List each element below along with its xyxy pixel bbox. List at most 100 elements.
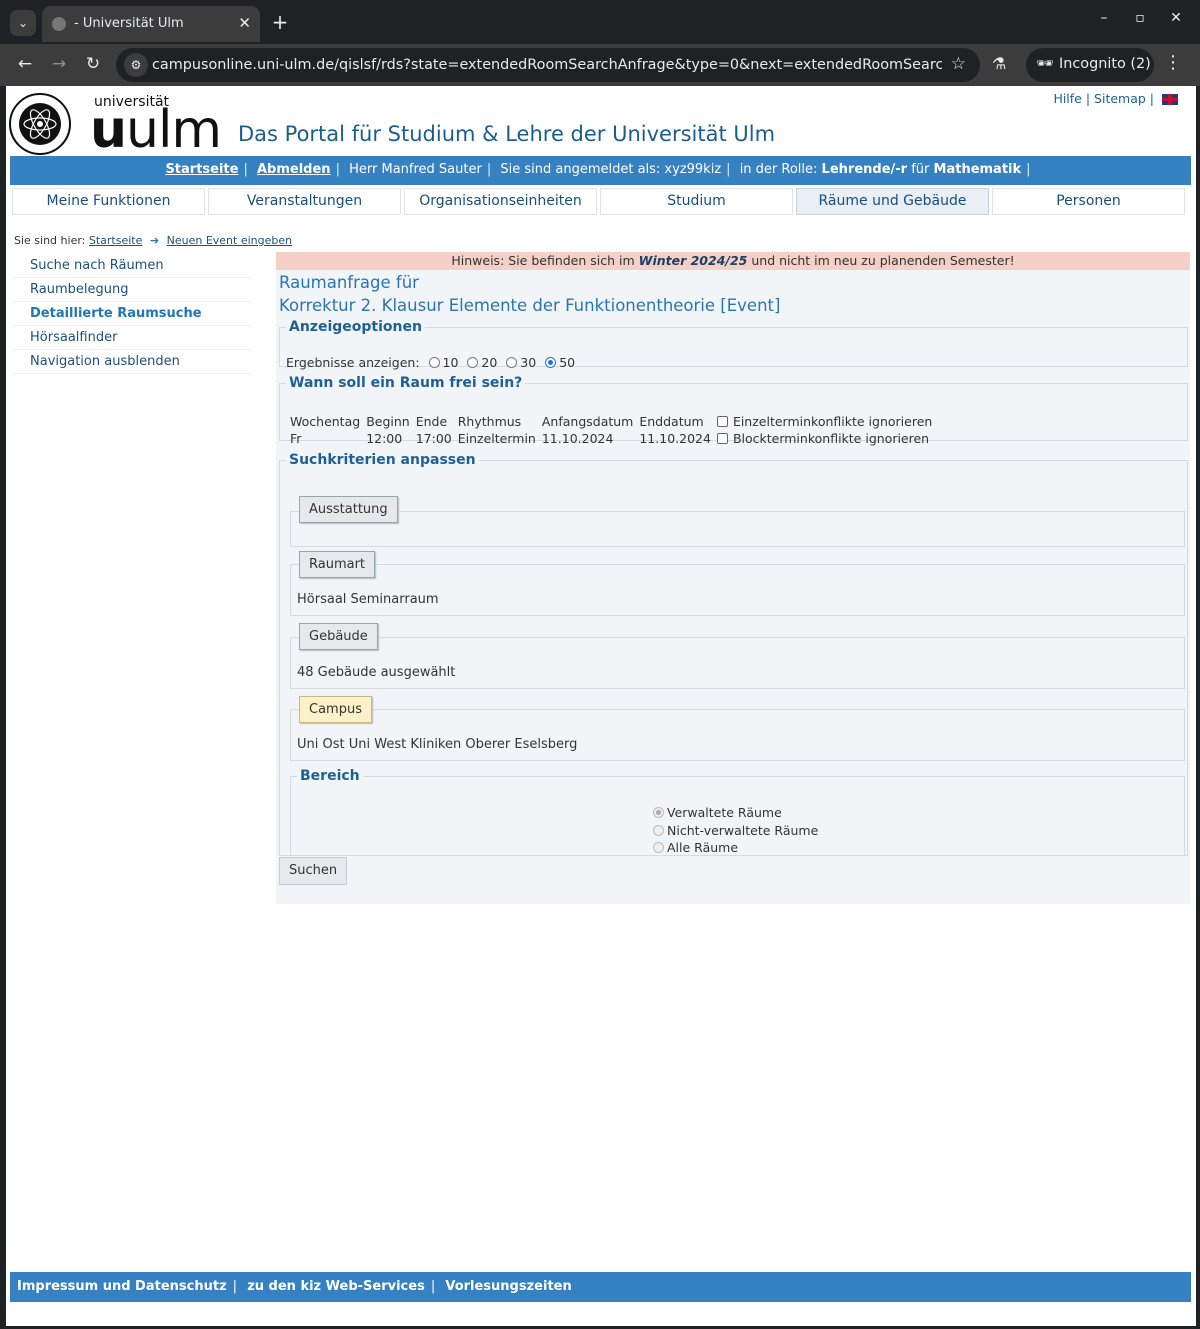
check-einzeltermin-cell: Einzelterminkonflikte ignorieren bbox=[716, 413, 938, 430]
sidebar-item-detaillierte-raumsuche[interactable]: Detaillierte Raumsuche bbox=[14, 302, 250, 326]
minimize-icon[interactable]: – bbox=[1092, 10, 1116, 26]
web-page: universität uulm Das Portal für Studium … bbox=[6, 86, 1196, 1326]
footer-link-vorlesungszeiten[interactable]: Vorlesungszeiten bbox=[445, 1279, 571, 1294]
gebaeude-value: 48 Gebäude ausgewählt bbox=[297, 665, 456, 680]
results-30-radio[interactable] bbox=[506, 357, 518, 368]
bereich-fieldset: Bereich Verwaltete Räume Nicht-verwaltet… bbox=[290, 768, 1185, 856]
verwaltete-raeume-label: Verwaltete Räume bbox=[667, 805, 782, 820]
cell-enddatum: 11.10.2024 bbox=[639, 431, 711, 446]
header-ende: Ende bbox=[415, 414, 448, 429]
sidebar-item-hoersaalfinder[interactable]: Hörsaalfinder bbox=[14, 326, 250, 350]
reload-icon[interactable]: ↻ bbox=[82, 54, 104, 74]
address-toolbar: ← → ↻ ⚙ campusonline.uni-ulm.de/qislsf/r… bbox=[0, 44, 1200, 86]
results-30-label: 30 bbox=[520, 355, 537, 370]
blocktermin-label: Blockterminkonflikte ignorieren bbox=[732, 431, 930, 446]
results-50-radio[interactable] bbox=[545, 357, 557, 368]
tab-meine-funktionen[interactable]: Meine Funktionen bbox=[12, 188, 205, 215]
incognito-badge[interactable]: 🕶 Incognito (2) bbox=[1026, 48, 1154, 82]
maximize-icon[interactable]: ▫ bbox=[1128, 10, 1152, 26]
help-link[interactable]: Hilfe bbox=[1053, 91, 1081, 106]
site-info-icon[interactable]: ⚙ bbox=[124, 53, 148, 77]
new-tab-icon[interactable]: + bbox=[268, 10, 292, 34]
bereich-legend: Bereich bbox=[300, 768, 360, 784]
user-bar: Startseite | Abmelden | Herr Manfred Saute… bbox=[10, 156, 1191, 185]
main-navigation: Meine Funktionen Veranstaltungen Organis… bbox=[12, 188, 1188, 215]
footer-link-impressum[interactable]: Impressum und Datenschutz bbox=[17, 1279, 227, 1294]
bookmark-star-icon[interactable]: ☆ bbox=[951, 54, 966, 74]
einzeltermin-label: Einzelterminkonflikte ignorieren bbox=[732, 414, 933, 429]
sidebar-item-navigation-ausblenden[interactable]: Navigation ausblenden bbox=[14, 350, 250, 374]
bereich-options: Verwaltete Räume Nicht-verwaltete Räume … bbox=[648, 804, 818, 857]
url-text[interactable]: campusonline.uni-ulm.de/qislsf/rds?state… bbox=[152, 57, 942, 73]
address-bar[interactable]: ⚙ campusonline.uni-ulm.de/qislsf/rds?sta… bbox=[116, 48, 980, 82]
back-icon[interactable]: ← bbox=[14, 54, 36, 74]
tab-veranstaltungen[interactable]: Veranstaltungen bbox=[208, 188, 401, 215]
campus-button[interactable]: Campus bbox=[299, 696, 372, 723]
bereich-option-verwaltet: Verwaltete Räume bbox=[648, 804, 818, 822]
ausstattung-section bbox=[290, 511, 1185, 547]
role-value: Lehrende/-r bbox=[821, 162, 908, 177]
check-blocktermin-cell: Blockterminkonflikte ignorieren bbox=[716, 430, 938, 447]
campus-section bbox=[290, 709, 1185, 761]
forward-icon[interactable]: → bbox=[48, 54, 70, 74]
english-flag-icon[interactable] bbox=[1162, 94, 1178, 105]
tab-studium[interactable]: Studium bbox=[600, 188, 793, 215]
favicon-icon bbox=[52, 17, 66, 31]
tab-organisationseinheiten[interactable]: Organisationseinheiten bbox=[404, 188, 597, 215]
breadcrumb-current-link[interactable]: Neuen Event eingeben bbox=[167, 234, 292, 247]
home-link[interactable]: Startseite bbox=[165, 162, 238, 177]
close-tab-icon[interactable]: ✕ bbox=[238, 14, 251, 32]
cell-beginn: 12:00 bbox=[366, 431, 403, 446]
results-10-radio[interactable] bbox=[428, 357, 440, 368]
main-content: Hinweis: Sie befinden sich im Winter 202… bbox=[276, 252, 1190, 904]
raumart-button[interactable]: Raumart bbox=[299, 551, 376, 578]
ausstattung-button[interactable]: Ausstattung bbox=[299, 496, 398, 523]
nicht-verwaltete-raeume-radio[interactable] bbox=[653, 824, 664, 836]
department-value: Mathematik bbox=[933, 162, 1022, 177]
search-button[interactable]: Suchen bbox=[279, 857, 348, 885]
bereich-option-nicht-verwaltet: Nicht-verwaltete Räume bbox=[648, 822, 818, 840]
raumart-section bbox=[290, 564, 1185, 616]
logo-ulm-text: uulm bbox=[90, 100, 222, 160]
sitemap-link[interactable]: Sitemap bbox=[1094, 91, 1146, 106]
sidebar-item-raumbelegung[interactable]: Raumbelegung bbox=[14, 278, 250, 302]
incognito-icon: 🕶 bbox=[1036, 56, 1054, 72]
footer-link-kiz[interactable]: zu den kiz Web-Services bbox=[247, 1279, 425, 1294]
results-10-label: 10 bbox=[442, 355, 459, 370]
criteria-fieldset: Suchkriterien anpassen Ausstattung Rauma… bbox=[279, 452, 1188, 856]
bereich-option-alle: Alle Räume bbox=[648, 839, 818, 857]
time-table-header: Wochentag Beginn Ende Rhythmus Anfangsda… bbox=[290, 413, 938, 430]
einzeltermin-checkbox[interactable] bbox=[716, 416, 728, 427]
notice-prefix: Hinweis: Sie befinden sich im bbox=[451, 253, 635, 268]
results-count-selector: Ergebnisse anzeigen: 10 20 30 50 bbox=[286, 355, 575, 370]
notice-suffix: und nicht im neu zu planenden Semester! bbox=[751, 253, 1015, 268]
tab-personen[interactable]: Personen bbox=[992, 188, 1185, 215]
header-anfangsdatum: Anfangsdatum bbox=[541, 414, 634, 429]
logout-link[interactable]: Abmelden bbox=[257, 162, 331, 177]
request-title-line2: Korrektur 2. Klausur Elemente der Funkti… bbox=[279, 296, 781, 315]
gebaeude-button[interactable]: Gebäude bbox=[299, 623, 378, 650]
cell-wochentag: Fr bbox=[290, 431, 302, 446]
breadcrumb-home-link[interactable]: Startseite bbox=[89, 234, 143, 247]
browser-tab[interactable]: - Universität Ulm ✕ bbox=[42, 6, 260, 42]
time-table: Wochentag Beginn Ende Rhythmus Anfangsda… bbox=[290, 413, 938, 447]
blocktermin-checkbox[interactable] bbox=[716, 433, 728, 444]
tab-search-icon[interactable]: ⌄ bbox=[10, 10, 36, 36]
arrow-right-icon: ➔ bbox=[149, 234, 160, 247]
sidebar-item-suche-nach-raeumen[interactable]: Suche nach Räumen bbox=[14, 254, 250, 278]
close-window-icon[interactable]: ✕ bbox=[1164, 10, 1188, 26]
breadcrumb: Sie sind hier: Startseite ➔ Neuen Event … bbox=[14, 234, 292, 247]
gebaeude-section bbox=[290, 637, 1185, 689]
notice-semester: Winter 2024/25 bbox=[638, 253, 748, 268]
results-20-radio[interactable] bbox=[467, 357, 479, 368]
alle-raeume-radio[interactable] bbox=[653, 842, 664, 853]
cell-anfangsdatum: 11.10.2024 bbox=[541, 431, 614, 446]
verwaltete-raeume-radio[interactable] bbox=[653, 807, 664, 818]
role-prefix: in der Rolle: bbox=[739, 162, 818, 177]
menu-kebab-icon[interactable]: ⋮ bbox=[1164, 52, 1182, 73]
header-wochentag: Wochentag bbox=[290, 414, 361, 429]
tab-raeume-und-gebaeude[interactable]: Räume und Gebäude bbox=[796, 188, 989, 215]
labs-flask-icon[interactable]: ⚗ bbox=[992, 54, 1006, 73]
portal-title: Das Portal für Studium & Lehre der Unive… bbox=[238, 122, 776, 146]
table-row: Fr 12:00 17:00 Einzeltermin 11.10.2024 1… bbox=[290, 430, 938, 447]
